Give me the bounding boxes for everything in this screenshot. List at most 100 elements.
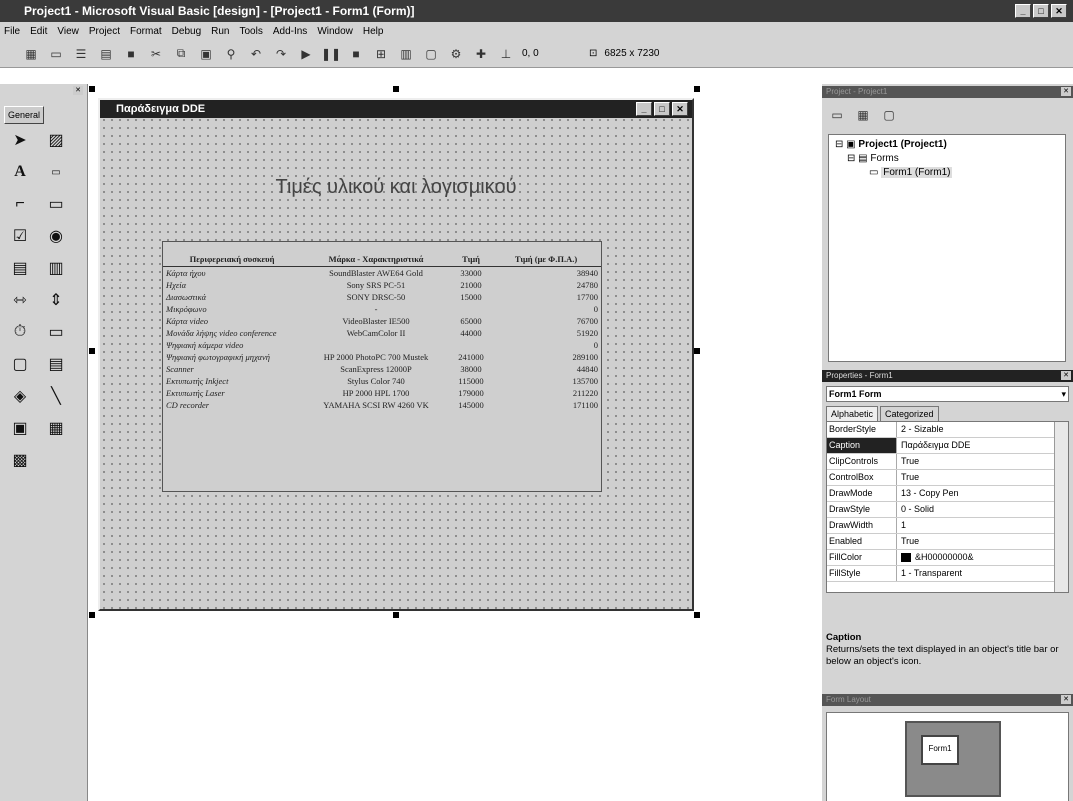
paste-icon[interactable]: ▣ — [197, 45, 215, 63]
form1-window[interactable]: Παράδειγμα DDE _ □ ✕ Τιμές υλικού και λο… — [98, 98, 694, 611]
property-value[interactable]: 2 - Sizable — [897, 422, 1068, 437]
find-icon[interactable]: ⚲ — [222, 45, 240, 63]
resize-handle[interactable] — [89, 612, 95, 618]
checkbox-icon[interactable]: ☑ — [4, 224, 36, 248]
expand-icon[interactable]: ⊟ — [847, 153, 855, 164]
start-icon[interactable]: ▶ — [297, 45, 315, 63]
property-row[interactable]: DrawWidth 1 — [827, 518, 1068, 534]
form-layout-icon[interactable]: ▢ — [422, 45, 440, 63]
project-explorer-icon[interactable]: ⊞ — [372, 45, 390, 63]
chevron-down-icon[interactable]: ▾ — [1061, 387, 1066, 401]
filelistbox-icon[interactable]: ▤ — [40, 352, 72, 376]
resize-handle[interactable] — [694, 348, 700, 354]
property-value[interactable]: 1 — [897, 518, 1068, 533]
menu-editor-icon[interactable]: ☰ — [72, 45, 90, 63]
dirlistbox-icon[interactable]: ▢ — [4, 352, 36, 376]
close-button[interactable]: ✕ — [1051, 4, 1067, 18]
view-object-icon[interactable]: ▦ — [854, 106, 872, 124]
cut-icon[interactable]: ✂ — [147, 45, 165, 63]
copy-icon[interactable]: ⧉ — [172, 45, 190, 63]
vscrollbar-icon[interactable]: ⇕ — [40, 288, 72, 312]
form-layout-close-icon[interactable]: ✕ — [1061, 695, 1071, 704]
property-value[interactable]: True — [897, 454, 1068, 469]
pointer-icon[interactable]: ➤ — [4, 128, 36, 152]
resize-handle[interactable] — [89, 86, 95, 92]
property-row[interactable]: BorderStyle 2 - Sizable — [827, 422, 1068, 438]
menu-addins[interactable]: Add-Ins — [273, 26, 307, 37]
menu-format[interactable]: Format — [130, 26, 162, 37]
property-value[interactable]: True — [897, 534, 1068, 549]
data-view-icon[interactable]: ⊥ — [497, 45, 515, 63]
save-icon[interactable]: ■ — [122, 45, 140, 63]
tree-root[interactable]: ⊟ ▣ Project1 (Project1) — [835, 139, 1059, 153]
break-icon[interactable]: ❚❚ — [321, 45, 341, 63]
open-icon[interactable]: ▤ — [97, 45, 115, 63]
tree-item-form1[interactable]: ▭ Form1 (Form1) — [835, 167, 1059, 181]
form-maximize-button[interactable]: □ — [654, 102, 670, 116]
property-grid[interactable]: BorderStyle 2 - Sizable Caption Παράδειγμα … — [826, 421, 1069, 593]
resize-handle[interactable] — [89, 348, 95, 354]
toolbox-icon[interactable]: ✚ — [472, 45, 490, 63]
object-browser-icon[interactable]: ⚙ — [447, 45, 465, 63]
menu-file[interactable]: File — [4, 26, 20, 37]
menu-debug[interactable]: Debug — [172, 26, 201, 37]
hscrollbar-icon[interactable]: ⇿ — [4, 288, 36, 312]
form-layout-form[interactable]: Form1 — [921, 735, 959, 765]
price-table[interactable]: Περιφερειακή συσκευή Μάρκα - Χαρακτηριστ… — [162, 241, 602, 492]
property-row[interactable]: ControlBox True — [827, 470, 1068, 486]
add-form-icon[interactable]: ▭ — [47, 45, 65, 63]
resize-handle[interactable] — [393, 612, 399, 618]
property-row[interactable]: DrawMode 13 - Copy Pen — [827, 486, 1068, 502]
textbox-icon[interactable]: ▭ — [40, 160, 72, 184]
property-row[interactable]: ClipControls True — [827, 454, 1068, 470]
frame-icon[interactable]: ⌐ — [4, 192, 36, 216]
resize-handle[interactable] — [393, 86, 399, 92]
resize-handle[interactable] — [694, 86, 700, 92]
tab-alphabetic[interactable]: Alphabetic — [826, 406, 879, 421]
resize-handle[interactable] — [694, 612, 700, 618]
picturebox-icon[interactable]: ▨ — [40, 128, 72, 152]
menu-tools[interactable]: Tools — [239, 26, 262, 37]
ole-icon[interactable]: ▩ — [4, 448, 36, 472]
toolbox-general-tab[interactable]: General — [4, 106, 44, 124]
combobox-icon[interactable]: ▤ — [4, 256, 36, 280]
property-scrollbar[interactable] — [1054, 422, 1068, 592]
object-selector[interactable]: Form1 Form ▾ — [826, 386, 1069, 402]
view-code-icon[interactable]: ▭ — [828, 106, 846, 124]
timer-icon[interactable]: ⏱ — [4, 320, 36, 344]
menu-view[interactable]: View — [57, 26, 79, 37]
property-value[interactable]: 0 - Solid — [897, 502, 1068, 517]
maximize-button[interactable]: □ — [1033, 4, 1049, 18]
properties-close-icon[interactable]: ✕ — [1061, 371, 1071, 380]
property-row[interactable]: Enabled True — [827, 534, 1068, 550]
data-icon[interactable]: ▦ — [40, 416, 72, 440]
end-icon[interactable]: ■ — [347, 45, 365, 63]
menu-project[interactable]: Project — [89, 26, 120, 37]
optionbutton-icon[interactable]: ◉ — [40, 224, 72, 248]
menu-help[interactable]: Help — [363, 26, 384, 37]
tab-categorized[interactable]: Categorized — [880, 406, 939, 421]
undo-icon[interactable]: ↶ — [247, 45, 265, 63]
add-project-icon[interactable]: ▦ — [22, 45, 40, 63]
toolbox-close-icon[interactable]: ✕ — [73, 86, 83, 95]
property-row[interactable]: Caption Παράδειγμα DDE — [827, 438, 1068, 454]
properties-window-icon[interactable]: ▥ — [397, 45, 415, 63]
project-close-icon[interactable]: ✕ — [1061, 87, 1071, 96]
form-heading-label[interactable]: Τιμές υλικού και λογισμικού — [100, 176, 692, 199]
label-icon[interactable]: A — [4, 160, 36, 184]
expand-icon[interactable]: ⊟ — [835, 139, 843, 150]
line-icon[interactable]: ╲ — [40, 384, 72, 408]
property-row[interactable]: FillStyle 1 - Transparent — [827, 566, 1068, 582]
property-value[interactable]: True — [897, 470, 1068, 485]
property-value[interactable]: 1 - Transparent — [897, 566, 1068, 581]
menu-edit[interactable]: Edit — [30, 26, 47, 37]
tree-folder[interactable]: ⊟ ▤ Forms — [835, 153, 1059, 167]
property-row[interactable]: FillColor &H00000000& — [827, 550, 1068, 566]
property-value[interactable]: Παράδειγμα DDE — [897, 438, 1068, 453]
image-icon[interactable]: ▣ — [4, 416, 36, 440]
minimize-button[interactable]: _ — [1015, 4, 1031, 18]
redo-icon[interactable]: ↷ — [272, 45, 290, 63]
property-value[interactable]: 13 - Copy Pen — [897, 486, 1068, 501]
form-close-button[interactable]: ✕ — [672, 102, 688, 116]
property-row[interactable]: DrawStyle 0 - Solid — [827, 502, 1068, 518]
